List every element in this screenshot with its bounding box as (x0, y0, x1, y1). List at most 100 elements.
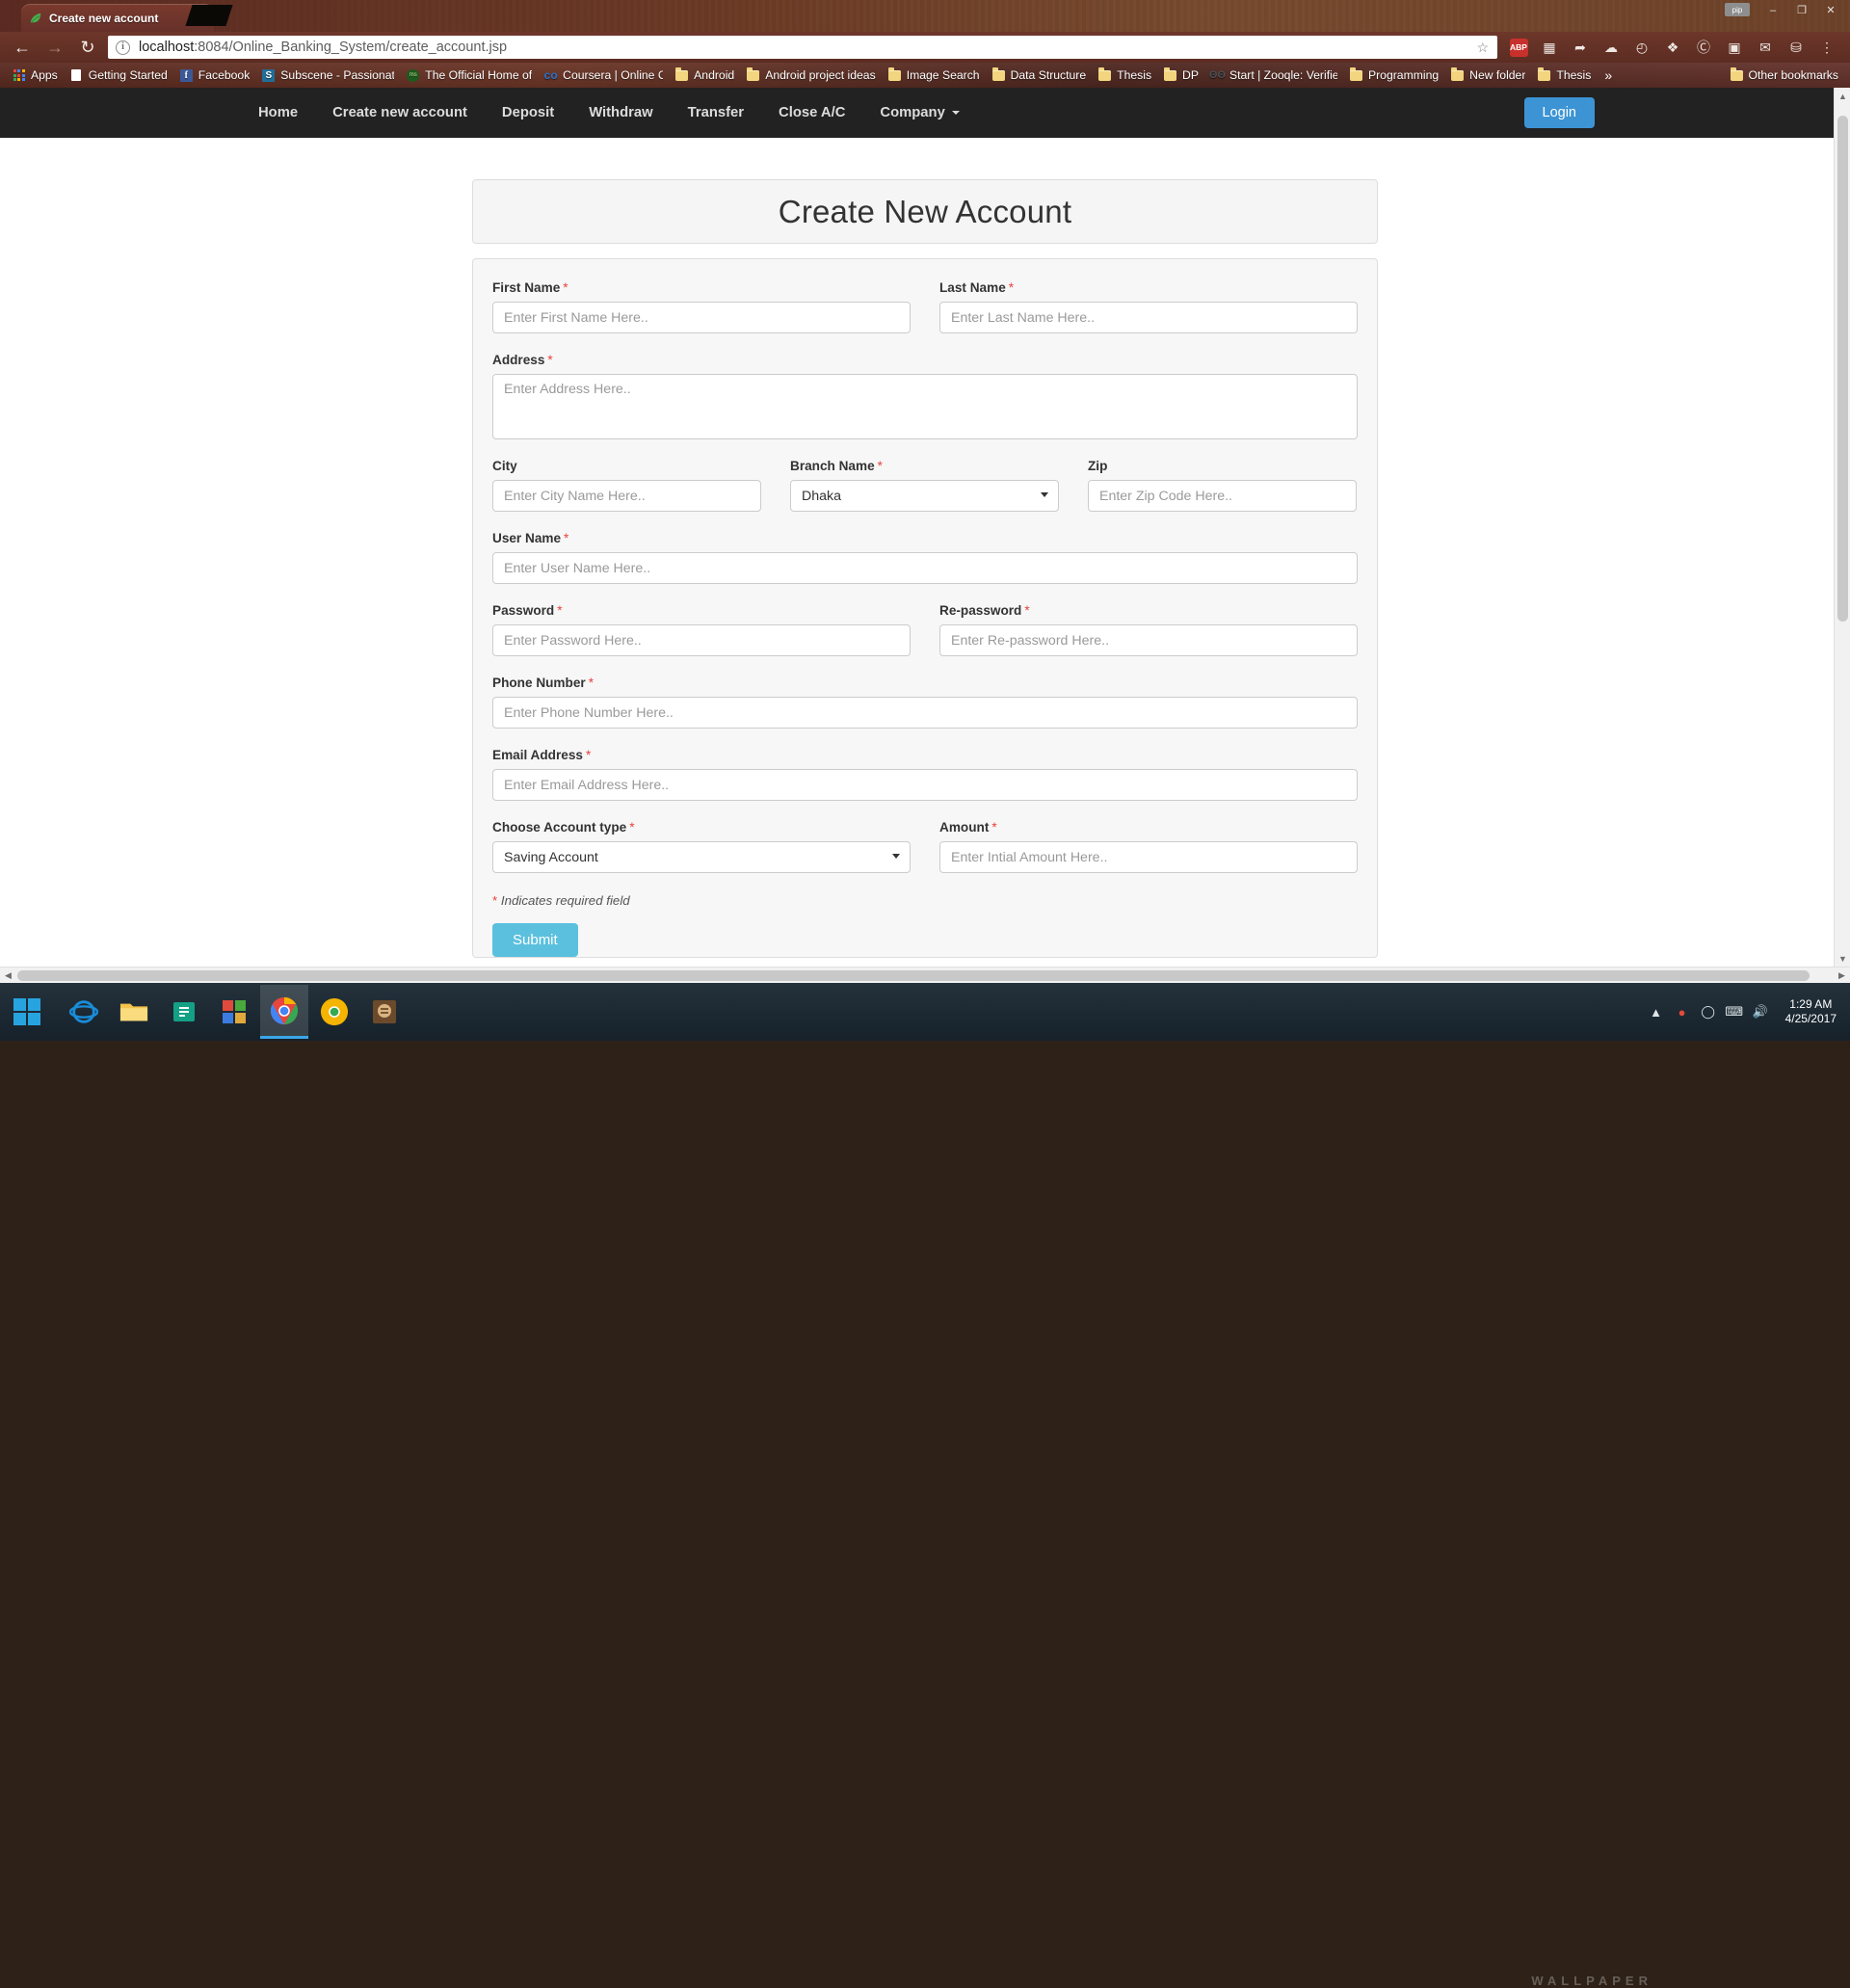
bookmark-item[interactable]: ΘΘ Start | Zooqle: Verified (1204, 65, 1343, 86)
antivirus-icon[interactable]: ● (1674, 1003, 1691, 1021)
scroll-up-arrow-icon[interactable]: ▲ (1835, 88, 1850, 104)
bookmark-item[interactable]: Android (669, 65, 740, 86)
taskbar-media-player-icon[interactable] (210, 985, 258, 1039)
nav-link-label: Withdraw (589, 105, 653, 120)
bookmark-item[interactable]: DP (1157, 65, 1204, 86)
apps-grid-icon (12, 68, 26, 83)
ext-avast-icon[interactable]: Ⓒ (1690, 35, 1717, 60)
first-name-input[interactable]: Enter First Name Here.. (492, 302, 911, 333)
bookmark-item[interactable]: Apps (6, 65, 64, 86)
scroll-down-arrow-icon[interactable]: ▼ (1835, 950, 1850, 967)
back-button[interactable]: ← (6, 33, 39, 62)
adblock-plus-icon[interactable]: ABP (1505, 35, 1532, 60)
nav-link-home[interactable]: Home (241, 88, 315, 138)
vertical-scrollbar[interactable]: ▲ ▼ (1834, 88, 1850, 967)
chrome-menu-icon[interactable]: ⋮ (1813, 35, 1840, 60)
forward-button[interactable]: → (39, 33, 71, 62)
bookmark-item[interactable]: f Facebook (173, 65, 256, 86)
required-marker: * (991, 820, 997, 835)
bookmark-item[interactable]: co Coursera | Online Cou (538, 65, 669, 86)
bookmark-item[interactable]: Thesis (1092, 65, 1157, 86)
taskbar-file-explorer-icon[interactable] (110, 985, 158, 1039)
vertical-scroll-thumb[interactable] (1837, 116, 1848, 622)
navbar-links: Home Create new account Deposit Withdraw Tra… (241, 88, 977, 138)
bookmark-item[interactable]: Android project ideas (740, 65, 882, 86)
folder-icon (1349, 67, 1363, 83)
bookmark-label: Apps (31, 68, 58, 82)
bookmark-label: Getting Started (88, 68, 168, 82)
city-input[interactable]: Enter City Name Here.. (492, 480, 761, 512)
ext-share-icon[interactable]: ➦ (1567, 35, 1594, 60)
taskbar-game-icon[interactable] (360, 985, 409, 1039)
ext-cloud-icon[interactable]: ☁ (1598, 35, 1625, 60)
phone-number-input[interactable]: Enter Phone Number Here.. (492, 697, 1358, 729)
bookmark-item[interactable]: Image Search (882, 65, 986, 86)
folder-icon (991, 67, 1006, 83)
ext-puzzle-icon[interactable]: ❖ (1659, 35, 1686, 60)
site-info-icon[interactable]: i (116, 40, 130, 55)
scroll-right-arrow-icon[interactable]: ▶ (1834, 967, 1850, 984)
bookmark-item[interactable]: Thesis (1531, 65, 1597, 86)
re-password-input[interactable]: Enter Re-password Here.. (939, 624, 1358, 656)
branch-name-select[interactable]: Dhaka (790, 480, 1059, 512)
bookmark-item[interactable]: S Subscene - Passionate (255, 65, 400, 86)
system-tray: ▲ ● ◯ ⌨ 🔊 1:29 AM 4/25/2017 (1648, 997, 1850, 1026)
account-type-select[interactable]: Saving Account (492, 841, 911, 873)
scroll-left-arrow-icon[interactable]: ◀ (0, 967, 16, 984)
bookmarks-overflow-button[interactable]: » (1597, 67, 1620, 83)
bookmark-item[interactable]: Data Structure (986, 65, 1093, 86)
keyboard-icon[interactable]: ⌨ (1725, 1003, 1743, 1021)
ext-camera-icon[interactable]: ▣ (1721, 35, 1748, 60)
password-input[interactable]: Enter Password Here.. (492, 624, 911, 656)
last-name-input[interactable]: Enter Last Name Here.. (939, 302, 1358, 333)
browser-tab[interactable]: Create new account × (21, 4, 214, 32)
nav-link-close-a-c[interactable]: Close A/C (761, 88, 862, 138)
user-name-input[interactable]: Enter User Name Here.. (492, 552, 1358, 584)
show-hidden-icons[interactable]: ▲ (1648, 1003, 1665, 1021)
nav-link-create-new-account[interactable]: Create new account (315, 88, 485, 138)
new-tab-button[interactable] (185, 5, 233, 26)
bookmark-star-icon[interactable]: ☆ (1476, 40, 1489, 56)
submit-button[interactable]: Submit (492, 923, 578, 957)
amount-input[interactable]: Enter Intial Amount Here.. (939, 841, 1358, 873)
network-icon[interactable]: ◯ (1700, 1003, 1717, 1021)
nav-link-withdraw[interactable]: Withdraw (571, 88, 670, 138)
nav-link-transfer[interactable]: Transfer (671, 88, 761, 138)
start-button[interactable] (0, 983, 54, 1041)
login-button[interactable]: Login (1523, 97, 1595, 128)
address-bar[interactable]: i localhost:8084/Online_Banking_System/c… (108, 36, 1497, 59)
taskbar-store-icon[interactable] (160, 985, 208, 1039)
bookmark-item[interactable]: New folder (1444, 65, 1531, 86)
nav-link-label: Close A/C (779, 105, 846, 120)
maximize-icon[interactable]: ❐ (1788, 2, 1815, 18)
volume-icon[interactable]: 🔊 (1752, 1003, 1769, 1021)
nav-link-deposit[interactable]: Deposit (485, 88, 571, 138)
address-textarea[interactable]: Enter Address Here.. (492, 374, 1358, 439)
first-name-group: First Name * Enter First Name Here.. (492, 280, 911, 333)
required-marker: * (629, 820, 635, 835)
bookmark-item[interactable]: ms The Official Home of (400, 65, 538, 86)
ext-grid-icon[interactable]: ▦ (1536, 35, 1563, 60)
taskbar-clock[interactable]: 1:29 AM 4/25/2017 (1778, 997, 1844, 1026)
ext-cart-icon[interactable]: ⛁ (1783, 35, 1810, 60)
other-bookmarks-folder[interactable]: Other bookmarks (1724, 65, 1844, 86)
reload-button[interactable]: ↻ (71, 33, 104, 62)
required-marker: * (557, 603, 563, 618)
ext-mail-icon[interactable]: ✉ (1752, 35, 1779, 60)
ext-clock-icon[interactable]: ◴ (1628, 35, 1655, 60)
email-address-input[interactable]: Enter Email Address Here.. (492, 769, 1358, 801)
bookmark-item[interactable]: Programming (1343, 65, 1444, 86)
taskbar-chrome-canary-icon[interactable] (310, 985, 358, 1039)
horizontal-scrollbar[interactable]: ◀ ▶ (0, 967, 1850, 983)
nav-link-company[interactable]: Company (862, 88, 976, 138)
taskbar-chrome-icon[interactable] (260, 985, 308, 1039)
url-host: localhost (139, 40, 195, 55)
bookmark-item[interactable]: Getting Started (64, 65, 173, 86)
close-window-icon[interactable]: ✕ (1817, 2, 1844, 18)
horizontal-scroll-thumb[interactable] (17, 970, 1810, 981)
taskbar-internet-explorer-icon[interactable] (60, 985, 108, 1039)
minimize-icon[interactable]: – (1759, 2, 1786, 18)
address-label: Address * (492, 353, 553, 367)
zip-input[interactable]: Enter Zip Code Here.. (1088, 480, 1357, 512)
browser-toolbar: ← → ↻ i localhost:8084/Online_Banking_Sy… (0, 32, 1850, 63)
